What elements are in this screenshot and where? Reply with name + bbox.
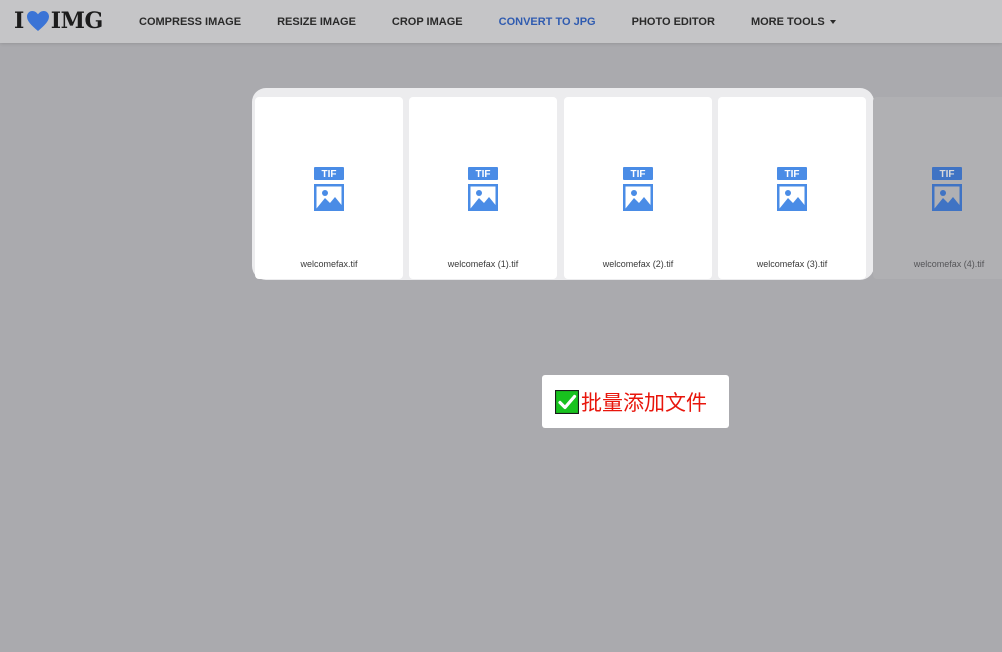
file-type-badge: TIF: [631, 169, 646, 180]
file-name: welcomefax.tif: [300, 259, 358, 269]
nav-compress-image[interactable]: COMPRESS IMAGE: [139, 16, 241, 28]
file-name: welcomefax (3).tif: [756, 259, 828, 269]
logo-suffix: IMG: [50, 8, 103, 34]
file-name: welcomefax (2).tif: [602, 259, 674, 269]
nav-crop-image[interactable]: CROP IMAGE: [392, 16, 463, 28]
file-card[interactable]: TIF welcomefax (4).tif: [873, 97, 1002, 279]
file-card[interactable]: TIF welcomefax.tif: [255, 97, 403, 279]
file-card[interactable]: TIF welcomefax (1).tif: [409, 97, 557, 279]
tif-file-icon: TIF: [314, 167, 344, 211]
file-type-badge: TIF: [476, 169, 491, 180]
nav-resize-image[interactable]: RESIZE IMAGE: [277, 16, 356, 28]
file-type-badge: TIF: [322, 169, 337, 180]
nav-photo-editor[interactable]: PHOTO EDITOR: [632, 16, 715, 28]
file-type-badge: TIF: [785, 169, 800, 180]
batch-add-files-button[interactable]: 批量添加文件: [542, 375, 729, 428]
file-name: welcomefax (1).tif: [447, 259, 519, 269]
main-nav: COMPRESS IMAGE RESIZE IMAGE CROP IMAGE C…: [139, 0, 872, 43]
tif-file-icon: TIF: [777, 167, 807, 211]
tif-file-icon: TIF: [623, 167, 653, 211]
batch-add-files-label: 批量添加文件: [581, 390, 707, 415]
nav-convert-to-jpg[interactable]: CONVERT TO JPG: [499, 16, 596, 28]
nav-more-tools[interactable]: MORE TOOLS: [751, 16, 836, 28]
tif-file-icon: TIF: [932, 167, 962, 211]
logo-prefix: I: [14, 8, 24, 34]
file-card[interactable]: TIF welcomefax (2).tif: [564, 97, 712, 279]
tif-file-icon: TIF: [468, 167, 498, 211]
nav-more-tools-label: MORE TOOLS: [750, 15, 825, 28]
check-mark-icon: [555, 389, 579, 414]
file-card[interactable]: TIF welcomefax (3).tif: [718, 97, 866, 279]
heart-icon: [26, 11, 49, 31]
file-type-badge: TIF: [940, 169, 955, 180]
top-navigation-bar: I IMG COMPRESS IMAGE RESIZE IMAGE CROP I…: [0, 0, 1002, 43]
ilovimg-logo[interactable]: I IMG: [14, 7, 103, 35]
caret-down-icon: [829, 19, 836, 24]
file-name: welcomefax (4).tif: [913, 259, 985, 269]
